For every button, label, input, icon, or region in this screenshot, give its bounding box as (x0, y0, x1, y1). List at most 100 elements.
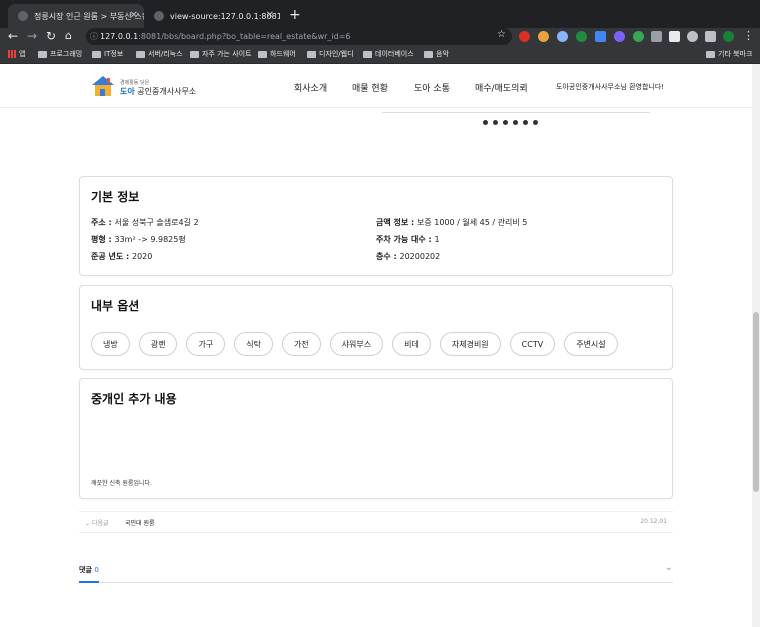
basic-info-card: 기본 정보 주소 : 서울 성북구 솔샘로4길 2 평형 : 33m² -> 9… (79, 176, 673, 276)
price-row: 금액 정보 : 보증 1000 / 월세 45 / 관리비 5 (376, 218, 528, 227)
logo-title: 공인중개사사무소 (137, 87, 197, 96)
slider-dot[interactable] (493, 120, 498, 125)
info-icon[interactable]: ⓘ (90, 31, 98, 42)
parking-row: 주차 가능 대수 : 1 (376, 235, 440, 244)
option-chip: 비데 (392, 332, 431, 356)
tab-view-source[interactable]: view-source:127.0.0.1:8081/bb... ✕ (144, 4, 280, 28)
logo-brand: 도아 (120, 87, 135, 96)
chevron-down-icon: ⌄ (85, 520, 91, 527)
bookmark-folder[interactable]: 자주 가는 사이트 (190, 49, 252, 59)
bookmark-folder[interactable]: 서버/리눅스 (136, 49, 183, 59)
favicon-icon (154, 11, 164, 21)
slider-dot[interactable] (513, 120, 518, 125)
slider-dot[interactable] (523, 120, 528, 125)
logo-name[interactable]: 도아 공인중개사사무소 (120, 86, 196, 97)
bookmark-folder[interactable]: 디자인/웹디 (307, 49, 354, 59)
option-chip: 자체경비원 (439, 332, 501, 356)
extension-icon[interactable] (614, 31, 625, 42)
menu-icon[interactable]: ⋮ (743, 29, 754, 42)
slider-dot[interactable] (533, 120, 538, 125)
folder-icon (706, 50, 715, 58)
puzzle-icon[interactable] (687, 31, 698, 42)
translate-icon[interactable] (595, 31, 606, 42)
extension-icon[interactable] (576, 31, 587, 42)
bookmark-folder[interactable]: 프로그래밍 (38, 49, 82, 59)
option-chip: 식탁 (234, 332, 273, 356)
extension-icon[interactable] (633, 31, 644, 42)
bookmark-apps[interactable]: 앱 (8, 49, 25, 59)
agent-notes-card: 중개인 추가 내용 깨끗한 신축 원룸입니다. (79, 378, 673, 499)
floor-row: 층수 : 20200202 (376, 252, 441, 261)
nav-listings[interactable]: 매물 현황 (352, 81, 388, 94)
extension-icon[interactable] (557, 31, 568, 42)
site-header: 경제활동 닷은 도아 공인중개사사무소 회사소개 매물 현황 도아 소통 매수/… (0, 64, 752, 108)
scrollbar-thumb[interactable] (753, 312, 759, 492)
other-bookmarks[interactable]: 기타 북마크 (706, 49, 752, 59)
option-chip: 샤워부스 (329, 332, 384, 356)
tab-title: 정릉시장 인근 원룸 > 부동산 스킨 | ... (34, 11, 144, 21)
slider-dot[interactable] (483, 120, 488, 125)
section-title: 내부 옵션 (91, 299, 140, 313)
tab-title: view-source:127.0.0.1:8081/bb... (170, 11, 280, 21)
folder-icon (424, 50, 433, 58)
url-path: :8081/bbs/board.php?bo_table=real_estate… (138, 32, 351, 41)
nav-request[interactable]: 매수/매도의뢰 (475, 81, 528, 94)
folder-icon (136, 50, 145, 58)
close-tab-icon[interactable]: ✕ (266, 10, 274, 21)
option-chip: 가전 (281, 332, 321, 356)
welcome-message: 도아공인중개사사무소님 환영합니다! (556, 83, 665, 91)
forward-icon[interactable]: → (27, 29, 37, 43)
nav-community[interactable]: 도아 소통 (414, 81, 450, 94)
bookmark-star-icon[interactable]: ☆ (497, 29, 506, 40)
address-row: 주소 : 서울 성북구 솔샘로4길 2 (91, 218, 199, 227)
new-tab-icon[interactable]: + (289, 7, 301, 23)
extension-icon[interactable] (538, 31, 549, 42)
bookmarks-bar: 앱 프로그래밍 IT정보 서버/리눅스 자주 가는 사이트 하드웨어 디자인/웹… (0, 46, 760, 64)
tab-active[interactable]: 정릉시장 인근 원룸 > 부동산 스킨 | ... ✕ (8, 4, 144, 28)
reload-icon[interactable]: ↻ (46, 29, 56, 43)
bookmark-folder[interactable]: 데이터베이스 (363, 49, 414, 59)
chevron-down-icon[interactable]: ⌄ (665, 562, 673, 573)
next-post-row[interactable]: ⌄ 다음글 국민대 원룸 20.12.01 (79, 511, 673, 533)
logo-tagline: 경제활동 닷은 (120, 80, 150, 86)
slider-divider (382, 112, 650, 113)
option-chip: CCTV (509, 332, 556, 356)
comments-header[interactable]: 댓글 0 ⌄ (79, 562, 673, 583)
option-chip: 광랜 (138, 332, 178, 356)
section-title: 기본 정보 (91, 190, 140, 204)
folder-icon (92, 50, 101, 58)
extension-icon[interactable] (669, 31, 680, 42)
bookmark-folder[interactable]: IT정보 (92, 49, 123, 59)
next-post-title[interactable]: 국민대 원룸 (125, 518, 155, 527)
back-icon[interactable]: ← (8, 29, 18, 43)
option-chip: 주변시설 (564, 332, 618, 356)
year-row: 준공 년도 : 2020 (91, 252, 153, 261)
nav-about[interactable]: 회사소개 (294, 81, 327, 94)
favicon-icon (18, 11, 28, 21)
apps-icon (8, 50, 16, 58)
url-host: 127.0.0.1 (100, 32, 139, 41)
extension-icon[interactable] (651, 31, 662, 42)
close-tab-icon[interactable]: ✕ (130, 10, 138, 21)
agent-notes-text: 깨끗한 신축 원룸입니다. (91, 480, 152, 487)
comment-count: 0 (94, 566, 99, 574)
reading-list-icon[interactable] (705, 31, 716, 42)
house-logo-icon[interactable] (90, 73, 116, 99)
page-content: 경제활동 닷은 도아 공인중개사사무소 회사소개 매물 현황 도아 소통 매수/… (0, 64, 752, 627)
slider-dot[interactable] (503, 120, 508, 125)
bookmark-folder[interactable]: 하드웨어 (258, 49, 296, 59)
folder-icon (190, 50, 199, 58)
extension-icon[interactable] (519, 31, 530, 42)
option-chip: 냉방 (91, 332, 130, 356)
next-post-date: 20.12.01 (640, 518, 667, 525)
area-row: 평형 : 33m² -> 9.9825평 (91, 235, 186, 244)
folder-icon (38, 50, 47, 58)
folder-icon (258, 50, 267, 58)
address-bar[interactable]: ⓘ 127.0.0.1:8081/bbs/board.php?bo_table=… (86, 28, 512, 45)
profile-avatar[interactable] (723, 31, 734, 42)
comments-label: 댓글 0 (79, 566, 99, 574)
comments-underline (79, 581, 99, 583)
options-card: 내부 옵션 냉방 광랜 가구 식탁 가전 샤워부스 비데 자체경비원 CCTV … (79, 285, 673, 370)
bookmark-folder[interactable]: 음악 (424, 49, 449, 59)
home-icon[interactable]: ⌂ (65, 29, 72, 42)
